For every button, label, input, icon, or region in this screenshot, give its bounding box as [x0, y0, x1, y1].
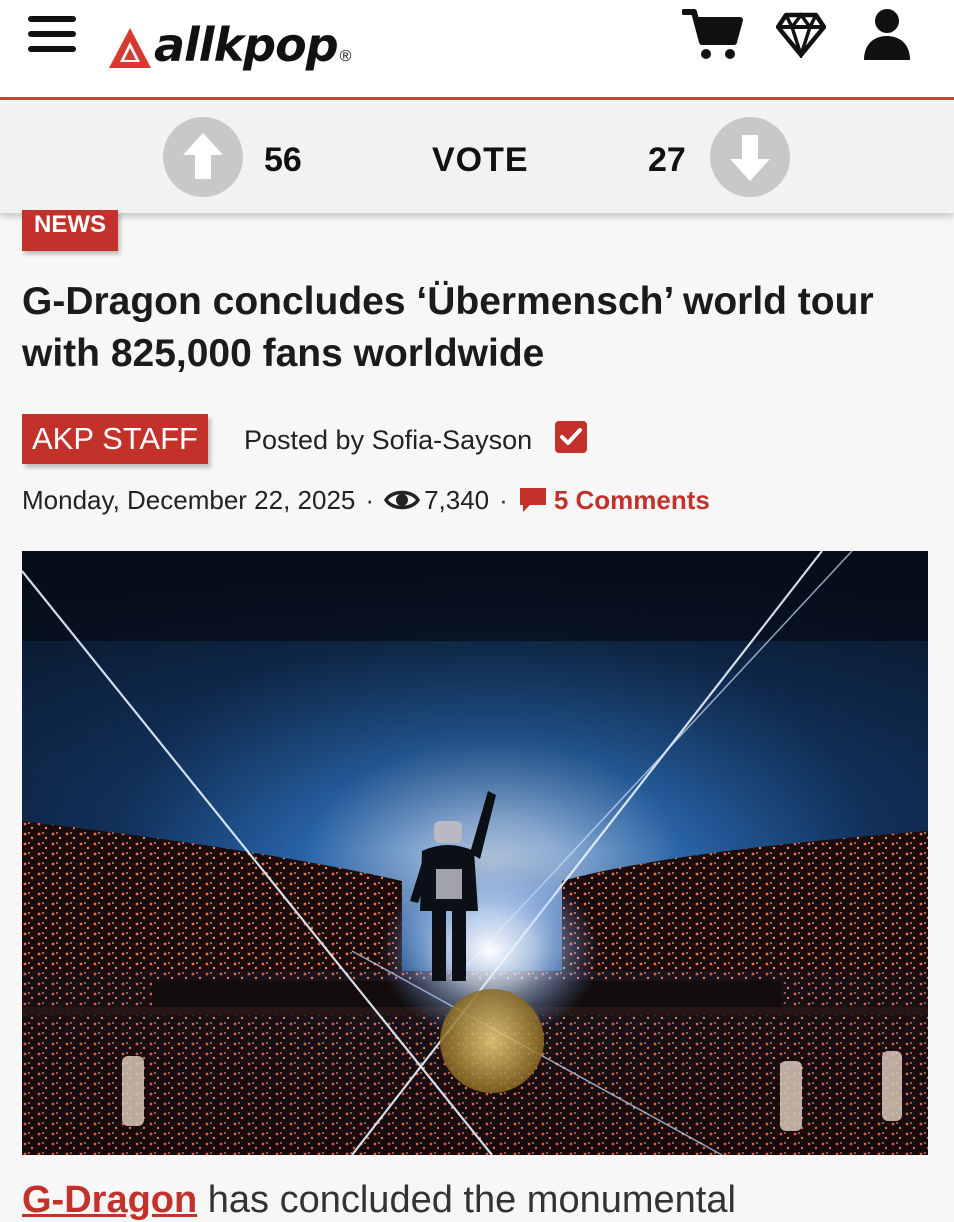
staff-badge[interactable]: AKP STAFF: [22, 414, 208, 464]
vote-label: VOTE: [432, 141, 529, 179]
artist-link[interactable]: G-Dragon: [22, 1179, 197, 1221]
site-logo[interactable]: allkpop ®: [108, 10, 351, 70]
comment-icon[interactable]: [518, 485, 548, 515]
downvote-count: 27: [648, 141, 686, 179]
article-meta: Monday, December 22, 2025 · 7,340 · 5 Co…: [22, 482, 710, 518]
upvote-button[interactable]: [163, 117, 243, 197]
logo-wordmark: allkpop: [154, 18, 339, 72]
diamond-icon[interactable]: [776, 12, 826, 58]
meta-separator: ·: [499, 484, 508, 515]
cart-icon[interactable]: [682, 8, 744, 62]
menu-icon[interactable]: [28, 16, 76, 56]
user-icon[interactable]: [862, 8, 912, 60]
comments-link[interactable]: 5 Comments: [554, 485, 710, 516]
verified-check-icon: [555, 421, 587, 453]
upvote-count: 56: [264, 141, 302, 179]
logo-registered-mark: ®: [339, 48, 352, 65]
article-title: G-Dragon concludes ‘Übermensch’ world to…: [22, 280, 874, 375]
posted-by[interactable]: Posted by Sofia-Sayson: [244, 425, 532, 456]
meta-separator: ·: [365, 484, 375, 515]
eye-icon: [384, 490, 421, 510]
arrow-up-icon: [183, 133, 223, 179]
logo-triangle-icon: [109, 28, 151, 68]
arrow-down-icon: [730, 135, 770, 181]
publish-date: Monday, December 22, 2025: [22, 484, 356, 515]
site-header: allkpop ®: [0, 0, 954, 100]
article-body-first-line: G-Dragon has concluded the monumental: [22, 1178, 736, 1222]
vote-bar: 56 VOTE 27: [0, 103, 954, 213]
article-photo: [22, 551, 928, 1155]
concert-stage-image: [22, 551, 928, 1155]
body-text: has concluded the monumental: [197, 1179, 736, 1221]
category-badge[interactable]: NEWS: [22, 210, 118, 251]
downvote-button[interactable]: [710, 117, 790, 197]
view-count: 7,340: [424, 484, 490, 515]
